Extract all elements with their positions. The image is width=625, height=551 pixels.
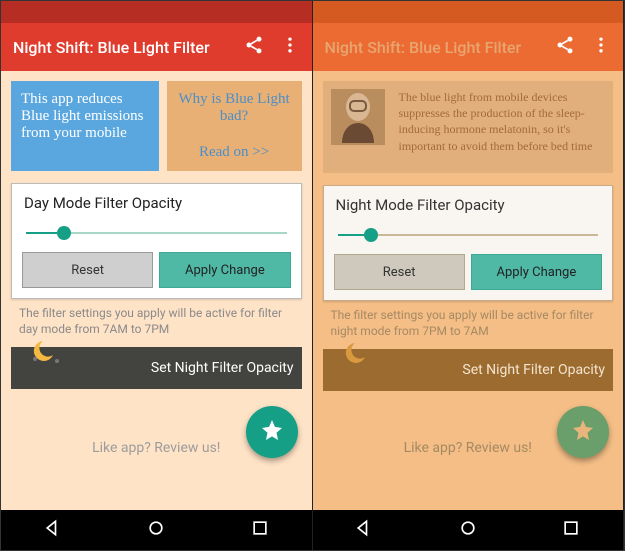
info-card-summary: This app reduces Blue light emissions fr… xyxy=(11,81,159,171)
set-night-filter-bar[interactable]: Set Night Filter Opacity xyxy=(323,349,614,391)
star-icon xyxy=(260,418,284,446)
nav-recent-icon[interactable] xyxy=(561,518,581,542)
reset-button[interactable]: Reset xyxy=(22,252,153,288)
review-fab[interactable] xyxy=(557,406,609,458)
device-left: Night Shift: Blue Light Filter This app … xyxy=(1,1,313,550)
slider-thumb[interactable] xyxy=(57,226,71,240)
app-bar: Night Shift: Blue Light Filter xyxy=(1,23,312,71)
info-box: The blue light from mobile devices suppr… xyxy=(323,81,614,173)
avatar xyxy=(331,89,385,145)
panel-title: Night Mode Filter Opacity xyxy=(324,186,613,222)
moon-icon xyxy=(341,341,375,371)
status-bar xyxy=(313,1,624,23)
night-filter-label: Set Night Filter Opacity xyxy=(151,360,294,376)
nav-back-icon[interactable] xyxy=(43,518,63,542)
android-nav-bar xyxy=(1,510,312,550)
info-card-why-question: Why is Blue Light bad? xyxy=(177,91,292,125)
more-icon[interactable] xyxy=(591,35,611,59)
slider-thumb[interactable] xyxy=(364,228,378,242)
info-card-why-link: Read on >> xyxy=(177,144,292,161)
star-icon xyxy=(571,418,595,446)
panel-title: Day Mode Filter Opacity xyxy=(12,184,301,220)
opacity-panel: Night Mode Filter Opacity Reset Apply Ch… xyxy=(323,185,614,301)
info-card-why[interactable]: Why is Blue Light bad? Read on >> xyxy=(167,81,302,171)
app-bar: Night Shift: Blue Light Filter xyxy=(313,23,624,71)
nav-home-icon[interactable] xyxy=(458,518,478,542)
app-title: Night Shift: Blue Light Filter xyxy=(13,38,244,57)
appbar-actions xyxy=(244,35,300,59)
opacity-slider[interactable] xyxy=(324,222,613,254)
info-description: The blue light from mobile devices suppr… xyxy=(393,89,606,165)
apply-button[interactable]: Apply Change xyxy=(471,254,602,290)
content-area: This app reduces Blue light emissions fr… xyxy=(1,71,312,510)
device-right: Night Shift: Blue Light Filter The blue … xyxy=(313,1,625,550)
appbar-actions xyxy=(555,35,611,59)
more-icon[interactable] xyxy=(280,35,300,59)
nav-home-icon[interactable] xyxy=(146,518,166,542)
nav-recent-icon[interactable] xyxy=(250,518,270,542)
content-area: The blue light from mobile devices suppr… xyxy=(313,71,624,510)
apply-button[interactable]: Apply Change xyxy=(159,252,290,288)
review-fab[interactable] xyxy=(246,406,298,458)
set-night-filter-bar[interactable]: Set Night Filter Opacity xyxy=(11,347,302,389)
opacity-slider[interactable] xyxy=(12,220,301,252)
status-bar xyxy=(1,1,312,23)
moon-icon xyxy=(29,339,63,369)
reset-button[interactable]: Reset xyxy=(334,254,465,290)
app-title: Night Shift: Blue Light Filter xyxy=(325,38,556,57)
android-nav-bar xyxy=(313,510,624,550)
share-icon[interactable] xyxy=(555,35,575,59)
share-icon[interactable] xyxy=(244,35,264,59)
opacity-panel: Day Mode Filter Opacity Reset Apply Chan… xyxy=(11,183,302,299)
nav-back-icon[interactable] xyxy=(354,518,374,542)
night-filter-label: Set Night Filter Opacity xyxy=(462,362,605,378)
info-box: This app reduces Blue light emissions fr… xyxy=(11,81,302,171)
